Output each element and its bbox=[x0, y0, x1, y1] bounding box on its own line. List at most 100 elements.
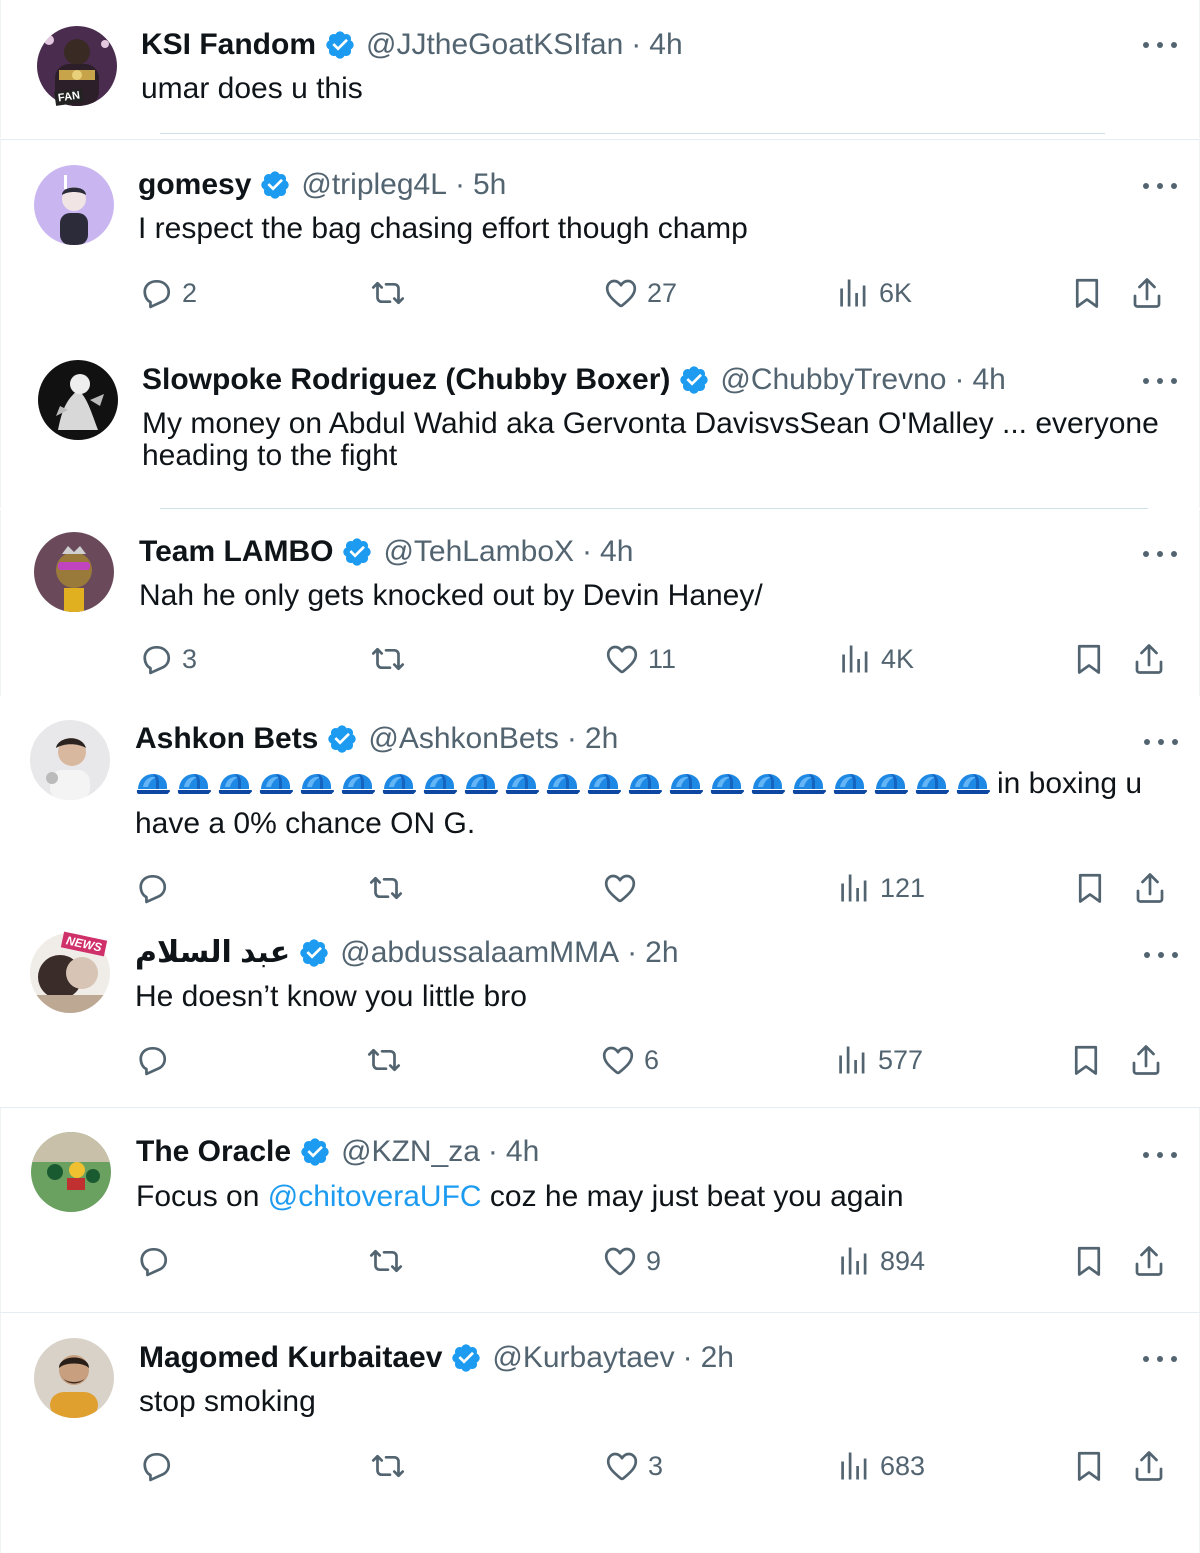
retweet-button[interactable] bbox=[370, 641, 406, 677]
tweet-abdussalaam[interactable]: NEWS عبد السلام @abdussalaamMMA · 2h He … bbox=[0, 908, 1200, 1106]
avatar[interactable] bbox=[34, 1338, 114, 1418]
share-button[interactable] bbox=[1132, 870, 1168, 906]
views-icon bbox=[834, 1042, 870, 1078]
retweet-button[interactable] bbox=[370, 275, 406, 311]
reply-button[interactable] bbox=[138, 1448, 182, 1484]
action-bar: 3 11 4K bbox=[1, 641, 1200, 681]
tweet-slowpoke-rodriguez[interactable]: Slowpoke Rodriguez (Chubby Boxer) @Chubb… bbox=[0, 336, 1200, 508]
share-button[interactable] bbox=[1128, 1042, 1164, 1078]
user-handle[interactable]: @ChubbyTrevno bbox=[720, 362, 946, 398]
display-name[interactable]: gomesy bbox=[138, 167, 251, 203]
tweet-the-oracle[interactable]: The Oracle @KZN_za · 4h Focus on @chitov… bbox=[0, 1108, 1200, 1312]
more-options-icon[interactable] bbox=[1144, 950, 1178, 960]
timestamp[interactable]: 4h bbox=[600, 534, 633, 570]
bookmark-button[interactable] bbox=[1068, 1042, 1104, 1078]
display-name[interactable]: Ashkon Bets bbox=[135, 721, 318, 757]
user-handle[interactable]: @abdussalaamMMA bbox=[340, 935, 619, 971]
display-name[interactable]: عبد السلام bbox=[135, 935, 290, 971]
share-button[interactable] bbox=[1131, 641, 1167, 677]
retweet-icon bbox=[368, 1243, 404, 1279]
more-options-icon[interactable] bbox=[1143, 1150, 1177, 1160]
avatar[interactable] bbox=[38, 360, 118, 440]
bookmark-button[interactable] bbox=[1071, 1448, 1107, 1484]
retweet-button[interactable] bbox=[370, 1448, 406, 1484]
action-bar: 2 27 6K bbox=[1, 275, 1200, 315]
retweet-button[interactable] bbox=[366, 1042, 402, 1078]
timestamp[interactable]: 4h bbox=[649, 27, 682, 63]
blue-cap-emoji-icon bbox=[299, 770, 335, 798]
user-handle[interactable]: @JJtheGoatKSIfan bbox=[366, 27, 623, 63]
avatar[interactable] bbox=[30, 720, 110, 800]
display-name[interactable]: Slowpoke Rodriguez (Chubby Boxer) bbox=[142, 362, 670, 398]
views-button[interactable]: 894 bbox=[836, 1243, 925, 1279]
reply-icon bbox=[134, 870, 170, 906]
display-name[interactable]: Magomed Kurbaitaev bbox=[139, 1340, 442, 1376]
retweet-button[interactable] bbox=[368, 1243, 404, 1279]
reply-icon bbox=[134, 1042, 170, 1078]
views-button[interactable]: 6K bbox=[835, 275, 912, 311]
share-icon bbox=[1129, 275, 1165, 311]
views-button[interactable]: 4K bbox=[837, 641, 914, 677]
share-button[interactable] bbox=[1131, 1448, 1167, 1484]
blue-cap-emoji-icon bbox=[381, 770, 417, 798]
display-name[interactable]: Team LAMBO bbox=[139, 534, 333, 570]
views-button[interactable]: 683 bbox=[836, 1448, 925, 1484]
user-handle[interactable]: @AshkonBets bbox=[368, 721, 559, 757]
timestamp[interactable]: 4h bbox=[506, 1134, 539, 1170]
like-button[interactable] bbox=[602, 870, 646, 906]
like-button[interactable]: 9 bbox=[602, 1243, 661, 1279]
reply-button[interactable] bbox=[134, 1042, 178, 1078]
share-icon bbox=[1131, 641, 1167, 677]
views-button[interactable]: 121 bbox=[836, 870, 925, 906]
tweet-header: KSI Fandom @JJtheGoatKSIfan · 4h bbox=[141, 27, 683, 63]
user-handle[interactable]: @Kurbaytaev bbox=[492, 1340, 674, 1376]
more-options-icon[interactable] bbox=[1143, 1354, 1177, 1364]
timestamp[interactable]: 2h bbox=[701, 1340, 734, 1376]
display-name[interactable]: The Oracle bbox=[136, 1134, 291, 1170]
like-button[interactable]: 3 bbox=[604, 1448, 663, 1484]
views-button[interactable]: 577 bbox=[834, 1042, 923, 1078]
tweet-team-lambo[interactable]: Team LAMBO @TehLamboX · 4h Nah he only g… bbox=[0, 510, 1200, 696]
retweet-button[interactable] bbox=[368, 870, 404, 906]
like-button[interactable]: 6 bbox=[600, 1042, 659, 1078]
user-handle[interactable]: @tripleg4L bbox=[301, 167, 447, 203]
retweet-icon bbox=[368, 870, 404, 906]
like-button[interactable]: 11 bbox=[604, 641, 676, 677]
user-handle[interactable]: @TehLamboX bbox=[383, 534, 574, 570]
avatar[interactable] bbox=[31, 1132, 111, 1212]
action-bar: 121 bbox=[0, 870, 1200, 910]
reply-button[interactable] bbox=[134, 870, 178, 906]
avatar[interactable] bbox=[34, 165, 114, 245]
tweet-magomed-kurbaitaev[interactable]: Magomed Kurbaitaev @Kurbaytaev · 2h stop… bbox=[0, 1313, 1200, 1553]
bookmark-button[interactable] bbox=[1072, 870, 1108, 906]
more-options-icon[interactable] bbox=[1143, 376, 1177, 386]
reply-button[interactable]: 2 bbox=[138, 275, 197, 311]
timestamp[interactable]: 2h bbox=[645, 935, 678, 971]
bookmark-button[interactable] bbox=[1071, 641, 1107, 677]
reply-button[interactable]: 3 bbox=[138, 641, 197, 677]
user-handle[interactable]: @KZN_za bbox=[341, 1134, 480, 1170]
tweet-header: Ashkon Bets @AshkonBets · 2h bbox=[135, 721, 618, 757]
bookmark-button[interactable] bbox=[1071, 1243, 1107, 1279]
share-button[interactable] bbox=[1131, 1243, 1167, 1279]
tweet-gomesy[interactable]: gomesy @tripleg4L · 5h I respect the bag… bbox=[0, 140, 1200, 336]
more-options-icon[interactable] bbox=[1143, 549, 1177, 559]
like-button[interactable]: 27 bbox=[603, 275, 677, 311]
avatar[interactable] bbox=[34, 532, 114, 612]
timestamp[interactable]: 2h bbox=[585, 721, 618, 757]
retweet-icon bbox=[366, 1042, 402, 1078]
view-count: 4K bbox=[881, 643, 915, 674]
bookmark-button[interactable] bbox=[1069, 275, 1105, 311]
timestamp[interactable]: 4h bbox=[972, 362, 1005, 398]
reply-button[interactable] bbox=[135, 1243, 179, 1279]
more-options-icon[interactable] bbox=[1143, 181, 1177, 191]
display-name[interactable]: KSI Fandom bbox=[141, 27, 316, 63]
tweet-ashkon-bets[interactable]: Ashkon Bets @AshkonBets · 2h in boxing u… bbox=[0, 696, 1200, 908]
action-bar: 3 683 bbox=[1, 1448, 1200, 1488]
more-options-icon[interactable] bbox=[1144, 737, 1178, 747]
timestamp[interactable]: 5h bbox=[473, 167, 506, 203]
more-options-icon[interactable] bbox=[1143, 40, 1177, 50]
tweet-ksi-fandom[interactable]: FAN KSI Fandom @JJtheGoatKSIfan · 4h uma… bbox=[0, 0, 1200, 138]
share-button[interactable] bbox=[1129, 275, 1165, 311]
mention-link[interactable]: @chitoveraUFC bbox=[268, 1180, 482, 1213]
